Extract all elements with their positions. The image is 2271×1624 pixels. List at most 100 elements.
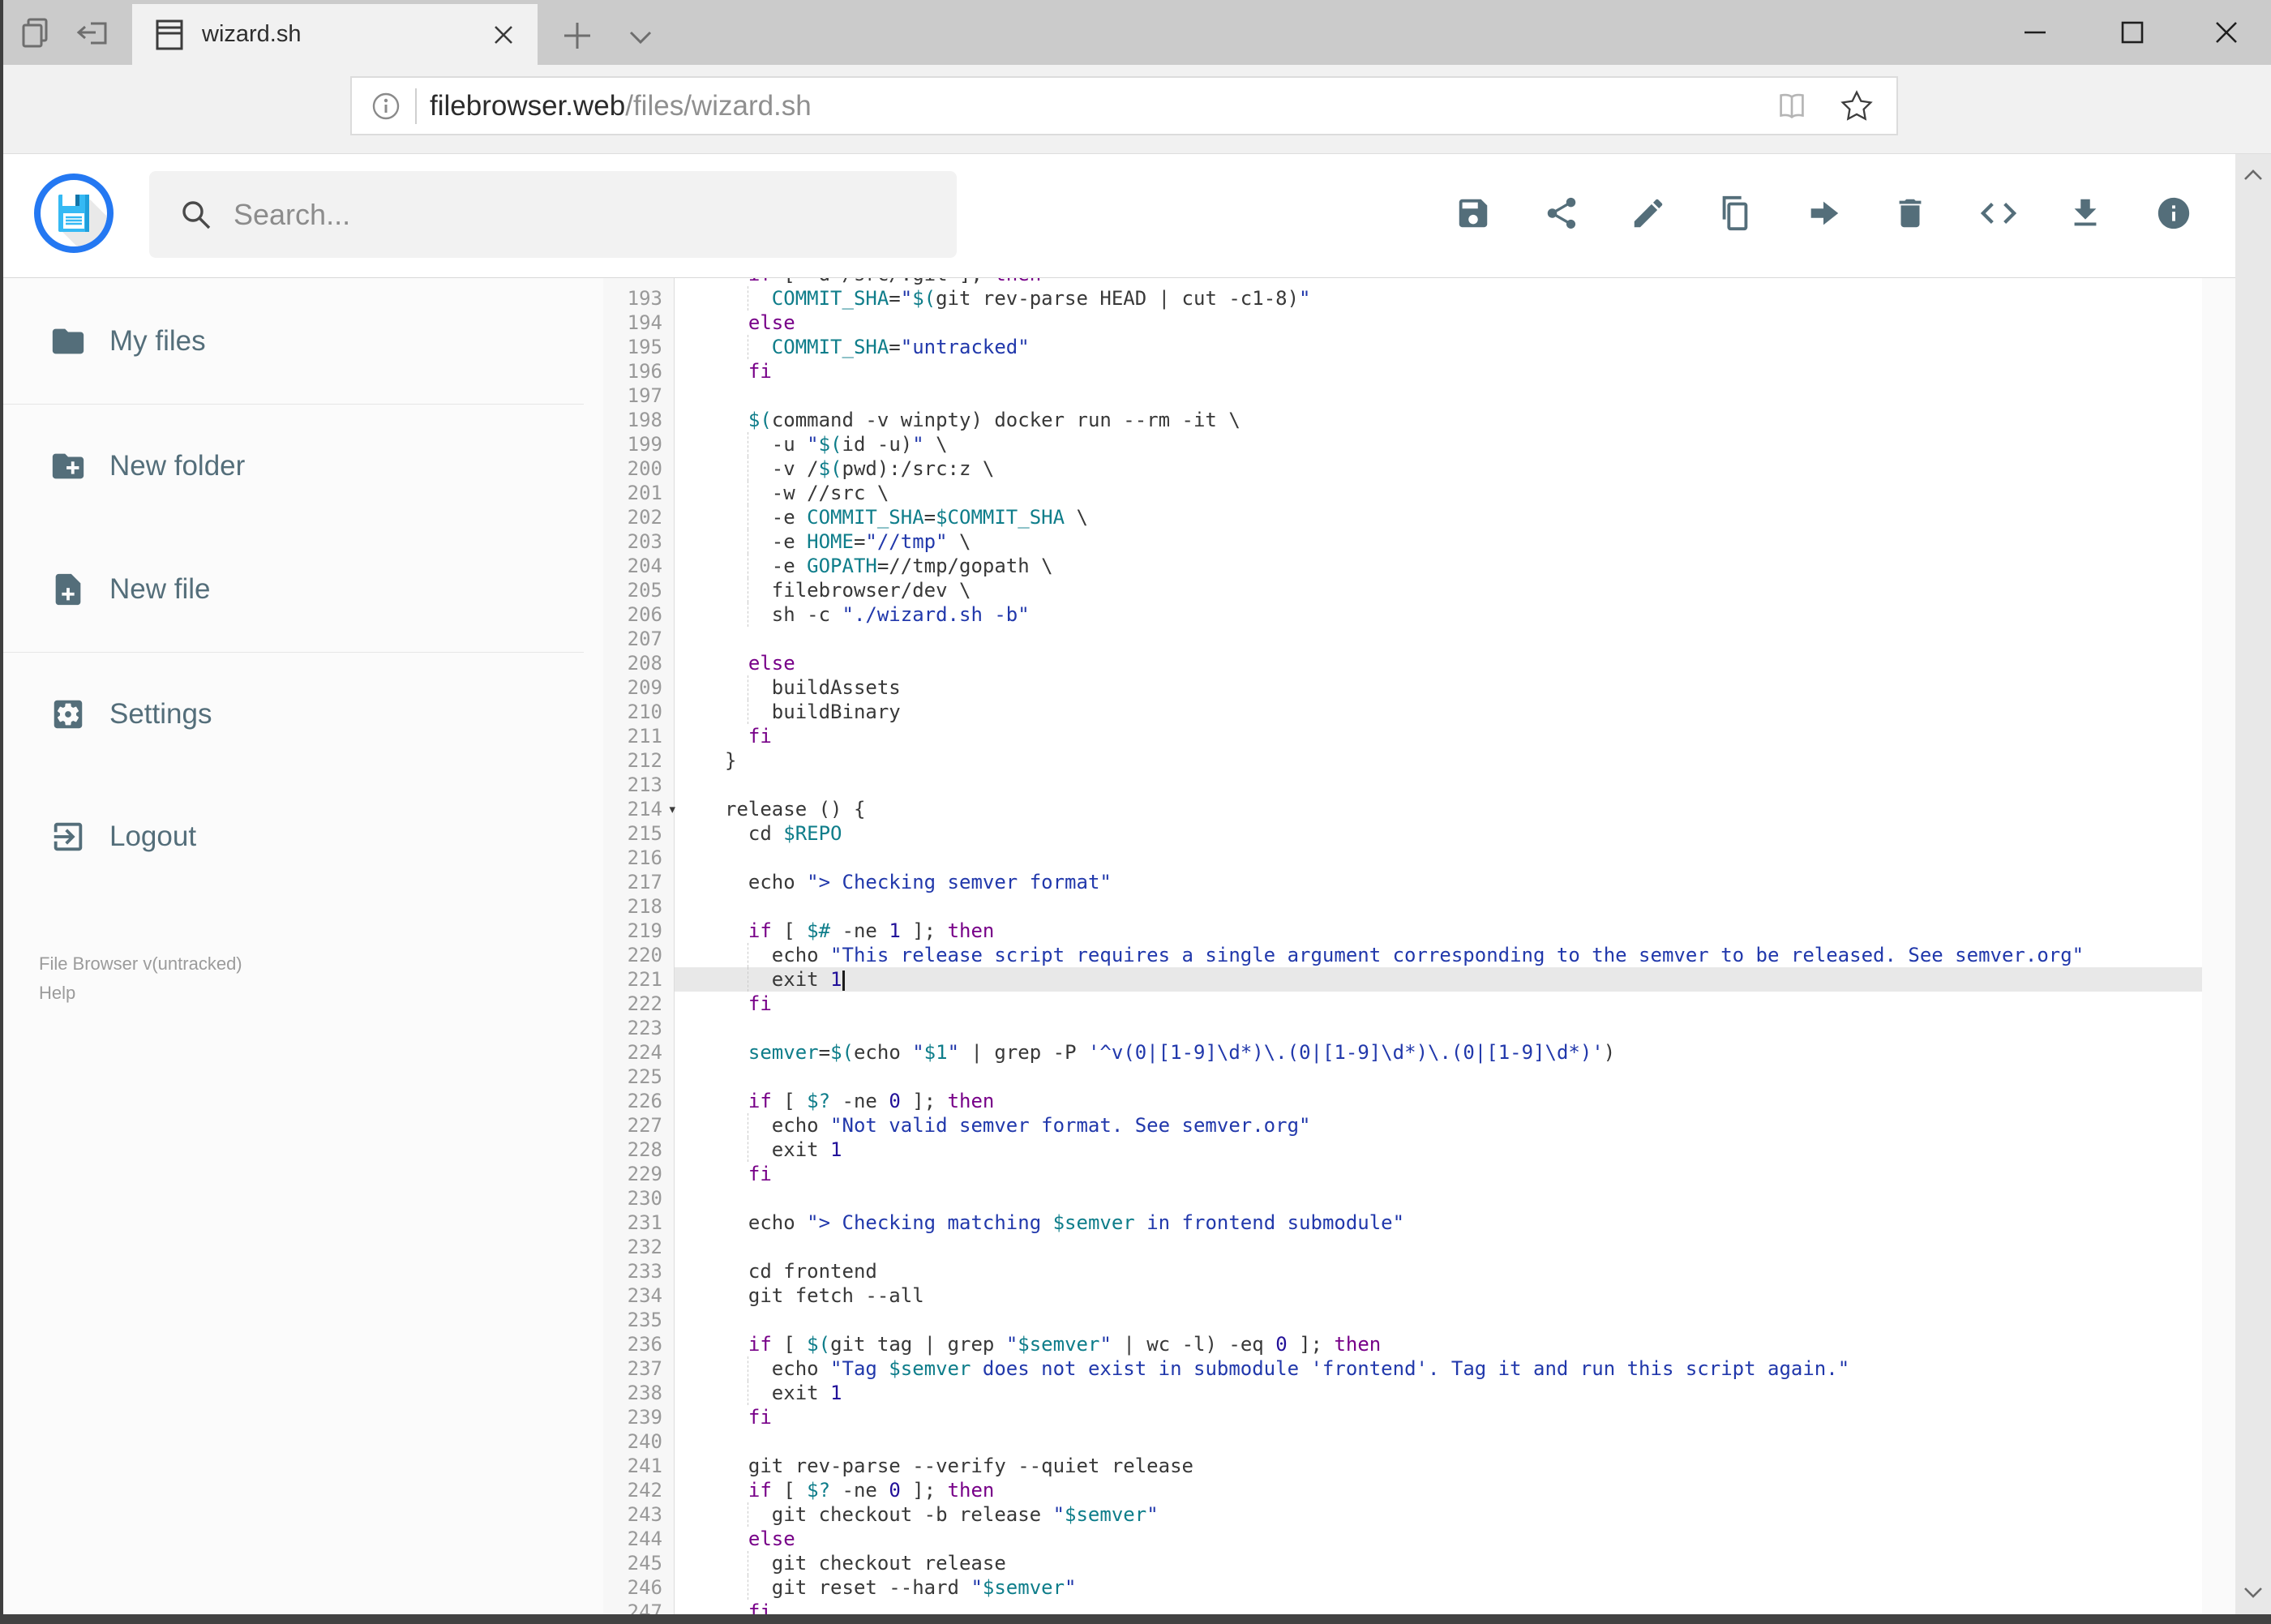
code-line[interactable]: 216 (603, 846, 2235, 870)
code-line[interactable]: 214 ▾ release () { (603, 797, 2235, 821)
code-line[interactable]: 226 if [ $? -ne 0 ]; then (603, 1089, 2235, 1113)
sidebar-item-my-files[interactable]: My files (0, 315, 603, 367)
code-line[interactable]: 211 fi (603, 724, 2235, 748)
code-line[interactable]: 198 $(command -v winpty) docker run --rm… (603, 408, 2235, 432)
code-line[interactable]: 237 echo "Tag $semver does not exist in … (603, 1356, 2235, 1381)
url-text[interactable]: filebrowser.web/files/wizard.sh (430, 90, 1773, 122)
code-line[interactable]: 247 fi (603, 1600, 2235, 1614)
code-line[interactable]: 193 COMMIT_SHA="$(git rev-parse HEAD | c… (603, 286, 2235, 311)
scroll-down-icon[interactable] (2240, 1579, 2266, 1605)
code-text: if [ $(git tag | grep "$semver" | wc -l)… (748, 1333, 1382, 1356)
code-line[interactable]: 196 fi (603, 359, 2235, 384)
code-line[interactable]: 245 git checkout release (603, 1551, 2235, 1575)
share-file-icon[interactable] (1543, 195, 1580, 232)
code-line[interactable]: 223 (603, 1016, 2235, 1040)
code-view-icon[interactable] (1980, 195, 2017, 232)
window-maximize-button[interactable] (2103, 10, 2162, 55)
code-line[interactable]: 239 fi (603, 1405, 2235, 1429)
browser-tab[interactable]: wizard.sh (132, 4, 538, 65)
code-line[interactable]: 224 semver=$(echo "$1" | grep -P '^v(0|[… (603, 1040, 2235, 1065)
info-icon[interactable] (2155, 195, 2192, 232)
code-line[interactable]: 210 buildBinary (603, 700, 2235, 724)
code-line[interactable]: 228 exit 1 (603, 1138, 2235, 1162)
favorite-star-icon[interactable] (1838, 88, 1875, 125)
code-editor[interactable]: if [ -d /src/.git ]; then193 COMMIT_SHA=… (603, 278, 2235, 1614)
page-info-icon[interactable] (368, 88, 404, 124)
delete-icon[interactable] (1892, 195, 1929, 232)
code-line[interactable]: 202 -e COMMIT_SHA=$COMMIT_SHA \ (603, 505, 2235, 529)
code-line[interactable]: 209 buildAssets (603, 675, 2235, 700)
code-line[interactable]: 225 (603, 1065, 2235, 1089)
code-line[interactable]: 222 fi (603, 992, 2235, 1016)
url-path: /files/wizard.sh (625, 89, 812, 122)
code-line[interactable]: 221 exit 1 (603, 967, 2235, 992)
code-line[interactable]: 219 if [ $# -ne 1 ]; then (603, 919, 2235, 943)
code-line[interactable]: 229 fi (603, 1162, 2235, 1186)
code-line[interactable]: 234 git fetch --all (603, 1283, 2235, 1308)
line-number: 238 (603, 1381, 675, 1405)
code-line[interactable]: 236 if [ $(git tag | grep "$semver" | wc… (603, 1332, 2235, 1356)
code-line[interactable]: 212} (603, 748, 2235, 773)
edit-icon[interactable] (1630, 195, 1667, 232)
tab-preview-icon[interactable] (18, 13, 57, 52)
code-line[interactable]: 217 echo "> Checking semver format" (603, 870, 2235, 894)
code-line[interactable]: 205 filebrowser/dev \ (603, 578, 2235, 602)
download-icon[interactable] (2067, 195, 2104, 232)
code-line[interactable]: 206 sh -c "./wizard.sh -b" (603, 602, 2235, 627)
code-line[interactable]: 243 git checkout -b release "$semver" (603, 1502, 2235, 1527)
page-scrollbar[interactable] (2235, 154, 2271, 1614)
code-line[interactable]: if [ -d /src/.git ]; then (603, 278, 2235, 286)
new-tab-icon[interactable] (558, 16, 597, 55)
sidebar-item-settings[interactable]: Settings (0, 688, 603, 740)
url-field[interactable]: filebrowser.web/files/wizard.sh (350, 76, 1898, 135)
code-line[interactable]: 213 (603, 773, 2235, 797)
line-number: 233 (603, 1259, 675, 1283)
sidebar-item-new-folder[interactable]: New folder (0, 440, 603, 492)
code-line[interactable]: 195 COMMIT_SHA="untracked" (603, 335, 2235, 359)
code-line[interactable]: 199 -u "$(id -u)" \ (603, 432, 2235, 456)
code-line[interactable]: 194 else (603, 311, 2235, 335)
code-line[interactable]: 238 exit 1 (603, 1381, 2235, 1405)
code-line[interactable]: 233 cd frontend (603, 1259, 2235, 1283)
code-line[interactable]: 215 cd $REPO (603, 821, 2235, 846)
sidebar-item-new-file[interactable]: New file (0, 563, 603, 615)
code-line[interactable]: 240 (603, 1429, 2235, 1454)
code-line[interactable]: 232 (603, 1235, 2235, 1259)
code-line[interactable]: 246 git reset --hard "$semver" (603, 1575, 2235, 1600)
tab-close-icon[interactable] (487, 19, 520, 51)
code-line[interactable]: 227 echo "Not valid semver format. See s… (603, 1113, 2235, 1138)
code-line[interactable]: 230 (603, 1186, 2235, 1211)
line-number: 236 (603, 1332, 675, 1356)
code-text: buildBinary (725, 700, 901, 724)
line-number: 226 (603, 1089, 675, 1113)
reading-view-icon[interactable] (1773, 88, 1810, 125)
code-line[interactable]: 197 (603, 384, 2235, 408)
code-line[interactable]: 244 else (603, 1527, 2235, 1551)
code-line[interactable]: 207 (603, 627, 2235, 651)
sidebar-item-logout[interactable]: Logout (0, 811, 603, 863)
search-box[interactable] (149, 171, 957, 258)
code-line[interactable]: 220 echo "This release script requires a… (603, 943, 2235, 967)
save-icon[interactable] (1455, 195, 1492, 232)
copy-icon[interactable] (1716, 195, 1754, 232)
move-icon[interactable] (1805, 195, 1842, 232)
code-line[interactable]: 218 (603, 894, 2235, 919)
code-line[interactable]: 242 if [ $? -ne 0 ]; then (603, 1478, 2235, 1502)
code-line[interactable]: 231 echo "> Checking matching $semver in… (603, 1211, 2235, 1235)
code-line[interactable]: 200 -v /$(pwd):/src:z \ (603, 456, 2235, 481)
code-line[interactable]: 235 (603, 1308, 2235, 1332)
code-line[interactable]: 204 -e GOPATH=//tmp/gopath \ (603, 554, 2235, 578)
code-text: -e HOME="//tmp" \ (725, 529, 971, 554)
code-line[interactable]: 208 else (603, 651, 2235, 675)
code-line[interactable]: 201 -w //src \ (603, 481, 2235, 505)
help-link[interactable]: Help (39, 979, 242, 1008)
code-line[interactable]: 203 -e HOME="//tmp" \ (603, 529, 2235, 554)
scroll-up-icon[interactable] (2240, 162, 2266, 188)
search-input[interactable] (232, 196, 957, 233)
code-line[interactable]: 241 git rev-parse --verify --quiet relea… (603, 1454, 2235, 1478)
set-tabs-aside-icon[interactable] (75, 13, 114, 52)
window-close-button[interactable] (2197, 10, 2256, 55)
url-divider (415, 88, 417, 124)
tab-list-chevron-icon[interactable] (621, 18, 660, 57)
window-minimize-button[interactable] (2006, 10, 2064, 55)
